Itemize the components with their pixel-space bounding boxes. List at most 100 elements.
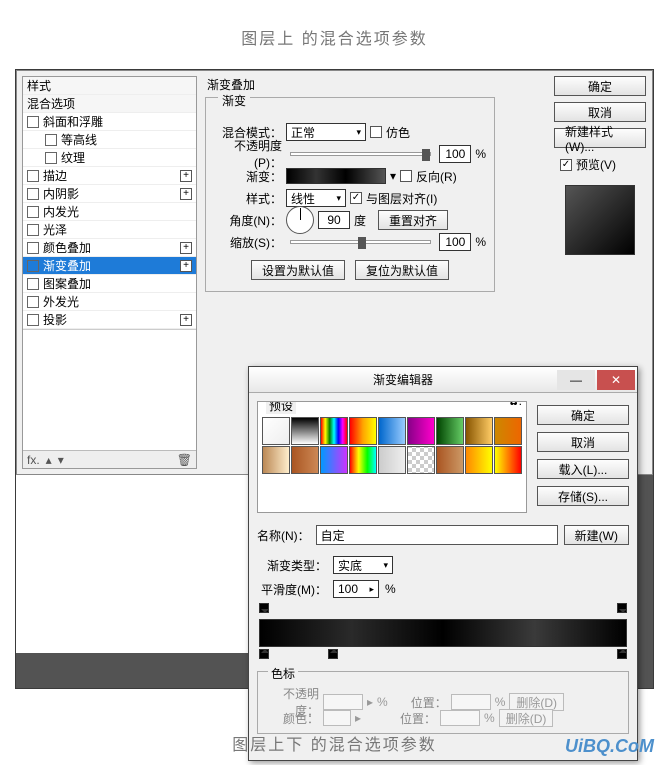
style-item[interactable]: 渐变叠加+ <box>23 257 196 275</box>
gradient-preset[interactable] <box>320 417 348 445</box>
add-effect-icon[interactable]: + <box>180 170 192 182</box>
gradient-preset[interactable] <box>494 446 522 474</box>
stop-position-label: 位置： <box>392 694 447 711</box>
gradient-preset[interactable] <box>378 446 406 474</box>
gradient-preset[interactable] <box>494 417 522 445</box>
style-item[interactable]: 斜面和浮雕 <box>23 113 196 131</box>
add-effect-icon[interactable]: + <box>180 242 192 254</box>
ge-load-button[interactable]: 载入(L)... <box>537 459 629 479</box>
preview-checkbox[interactable] <box>560 159 572 171</box>
opacity-stop[interactable] <box>617 603 627 613</box>
style-checkbox[interactable] <box>27 314 39 326</box>
gradient-preset[interactable] <box>291 417 319 445</box>
add-effect-icon[interactable]: + <box>180 188 192 200</box>
cancel-button[interactable]: 取消 <box>554 102 646 122</box>
gradient-bar[interactable] <box>259 619 627 647</box>
reverse-checkbox[interactable] <box>400 170 412 182</box>
new-button[interactable]: 新建(W) <box>564 525 629 545</box>
style-checkbox[interactable] <box>45 152 57 164</box>
arrow-down-icon[interactable]: ▾ <box>58 453 64 467</box>
style-item[interactable]: 纹理 <box>23 149 196 167</box>
style-checkbox[interactable] <box>27 170 39 182</box>
opacity-stop[interactable] <box>259 603 269 613</box>
gear-icon[interactable]: ✿. <box>509 401 522 408</box>
gradient-preset[interactable] <box>465 417 493 445</box>
smooth-input[interactable]: 100▸ <box>333 580 379 598</box>
ge-cancel-button[interactable]: 取消 <box>537 432 629 452</box>
style-checkbox[interactable] <box>27 242 39 254</box>
gradient-preset[interactable] <box>436 446 464 474</box>
style-checkbox[interactable] <box>27 296 39 308</box>
gradient-preset[interactable] <box>407 417 435 445</box>
style-item[interactable]: 内阴影+ <box>23 185 196 203</box>
style-checkbox[interactable] <box>45 134 57 146</box>
gradient-editor-dialog: 渐变编辑器 — ✕ 预设 ✿. 确定 取消 载入(L)... 存储(S)... … <box>248 366 638 761</box>
arrow-up-icon[interactable]: ▴ <box>46 453 52 467</box>
style-item[interactable]: 颜色叠加+ <box>23 239 196 257</box>
style-item[interactable]: 投影+ <box>23 311 196 329</box>
new-style-button[interactable]: 新建样式(W)... <box>554 128 646 148</box>
style-item[interactable]: 描边+ <box>23 167 196 185</box>
style-item[interactable]: 外发光 <box>23 293 196 311</box>
ge-save-button[interactable]: 存储(S)... <box>537 486 629 506</box>
opacity-slider[interactable] <box>290 152 431 156</box>
style-item[interactable]: 内发光 <box>23 203 196 221</box>
style-checkbox[interactable] <box>27 260 39 272</box>
ok-button[interactable]: 确定 <box>554 76 646 96</box>
gradient-preset[interactable] <box>436 417 464 445</box>
gradient-preset[interactable] <box>465 446 493 474</box>
style-item[interactable]: 图案叠加 <box>23 275 196 293</box>
ge-ok-button[interactable]: 确定 <box>537 405 629 425</box>
make-default-button[interactable]: 设置为默认值 <box>251 260 345 280</box>
style-checkbox[interactable] <box>27 278 39 290</box>
minimize-button[interactable]: — <box>557 370 595 390</box>
gradient-picker[interactable] <box>286 168 386 184</box>
gradient-preset[interactable] <box>378 417 406 445</box>
scale-input[interactable]: 100 <box>439 233 471 251</box>
stop-opacity-input <box>323 694 363 710</box>
gradient-dropdown-icon[interactable]: ▾ <box>390 169 396 183</box>
style-checkbox[interactable] <box>27 224 39 236</box>
trash-icon[interactable]: 🗑 <box>177 453 192 467</box>
inner-group-title: 渐变 <box>218 92 250 109</box>
gradient-preset[interactable] <box>262 417 290 445</box>
close-button[interactable]: ✕ <box>597 370 635 390</box>
gradient-preset[interactable] <box>291 446 319 474</box>
style-checkbox[interactable] <box>27 206 39 218</box>
opacity-input[interactable]: 100 <box>439 145 471 163</box>
type-select[interactable]: 实底▾ <box>333 556 393 574</box>
add-effect-icon[interactable]: + <box>180 260 192 272</box>
align-checkbox[interactable] <box>350 192 362 204</box>
gradient-preset[interactable] <box>349 446 377 474</box>
dialog-right-buttons: 确定 取消 新建样式(W)... 预览(V) <box>554 76 646 259</box>
chevron-down-icon: ▾ <box>383 560 388 571</box>
chevron-down-icon: ▾ <box>356 127 361 138</box>
title-bar[interactable]: 渐变编辑器 — ✕ <box>249 367 637 393</box>
style-item[interactable]: 光泽 <box>23 221 196 239</box>
gradient-preset[interactable] <box>262 446 290 474</box>
angle-dial[interactable] <box>286 206 314 234</box>
color-stop[interactable] <box>617 649 627 659</box>
gradient-preset[interactable] <box>349 417 377 445</box>
dither-checkbox[interactable] <box>370 126 382 138</box>
name-input[interactable] <box>316 525 558 545</box>
style-select[interactable]: 线性▾ <box>286 189 346 207</box>
blend-mode-select[interactable]: 正常▾ <box>286 123 366 141</box>
angle-input[interactable]: 90 <box>318 211 350 229</box>
style-checkbox[interactable] <box>27 116 39 128</box>
scale-slider[interactable] <box>290 240 431 244</box>
style-item-label: 图案叠加 <box>43 275 91 292</box>
add-effect-icon[interactable]: + <box>180 314 192 326</box>
reset-align-button[interactable]: 重置对齐 <box>378 210 448 230</box>
style-checkbox[interactable] <box>27 188 39 200</box>
color-stop[interactable] <box>328 649 338 659</box>
reset-default-button[interactable]: 复位为默认值 <box>355 260 449 280</box>
canvas-backdrop: 样式混合选项斜面和浮雕等高线纹理描边+内阴影+内发光光泽颜色叠加+渐变叠加+图案… <box>15 69 654 689</box>
gradient-preset[interactable] <box>320 446 348 474</box>
blend-options-header[interactable]: 混合选项 <box>23 95 196 113</box>
presets-group: 预设 ✿. <box>257 401 527 513</box>
style-item[interactable]: 等高线 <box>23 131 196 149</box>
color-stop[interactable] <box>259 649 269 659</box>
styles-header[interactable]: 样式 <box>23 77 196 95</box>
gradient-preset[interactable] <box>407 446 435 474</box>
